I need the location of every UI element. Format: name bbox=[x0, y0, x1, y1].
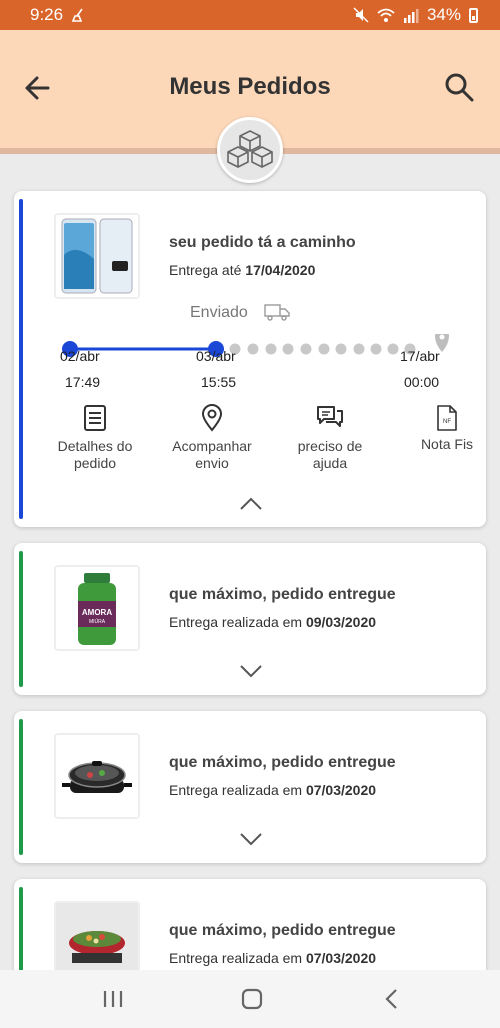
chevron-down-icon[interactable] bbox=[239, 832, 263, 846]
svg-text:NF: NF bbox=[443, 419, 451, 425]
search-icon[interactable] bbox=[442, 70, 476, 104]
tracking-status-label: Enviado bbox=[190, 304, 248, 321]
order-card-delivered[interactable]: que máximo, pedido entregue Entrega real… bbox=[14, 711, 486, 863]
truck-icon bbox=[264, 304, 290, 321]
svg-text:AMORA: AMORA bbox=[82, 608, 112, 617]
invoice-icon: NF bbox=[437, 405, 457, 431]
back-icon[interactable] bbox=[382, 986, 402, 1012]
chevron-down-icon[interactable] bbox=[239, 664, 263, 678]
order-card-in-transit[interactable]: seu pedido tá a caminho Entrega até 17/0… bbox=[14, 191, 486, 527]
status-stripe bbox=[19, 719, 23, 855]
track-shipment-button[interactable]: Acompanhar envio bbox=[157, 404, 267, 472]
status-stripe bbox=[19, 199, 23, 519]
order-subtitle: Entrega até 17/04/2020 bbox=[169, 262, 316, 278]
chevron-up-icon[interactable] bbox=[239, 497, 263, 511]
system-nav-bar bbox=[0, 970, 500, 1028]
wifi-icon bbox=[377, 8, 395, 22]
need-help-button[interactable]: preciso de ajuda bbox=[275, 404, 385, 472]
order-details-button[interactable]: Detalhes do pedido bbox=[40, 404, 150, 472]
status-stripe bbox=[19, 551, 23, 687]
location-pin-icon bbox=[201, 404, 223, 432]
order-title: que máximo, pedido entregue bbox=[169, 922, 396, 939]
order-title: que máximo, pedido entregue bbox=[169, 586, 396, 603]
order-subtitle: Entrega realizada em 07/03/2020 bbox=[169, 950, 377, 966]
broom-icon bbox=[71, 8, 83, 22]
status-bar: 9:26 34% bbox=[0, 0, 500, 30]
tracking-timeline bbox=[62, 334, 449, 357]
product-image-supplement-bottle: AMORA MIÚRA bbox=[54, 565, 140, 651]
recent-apps-icon[interactable] bbox=[102, 986, 124, 1012]
delivery-date: 17/04/2020 bbox=[245, 262, 316, 278]
delivery-date: 09/03/2020 bbox=[305, 614, 377, 630]
battery-icon bbox=[469, 7, 478, 23]
signal-icon bbox=[403, 8, 419, 23]
boxes-badge bbox=[217, 117, 283, 183]
delivery-date: 07/03/2020 bbox=[305, 782, 377, 798]
timeline-pending-dots bbox=[229, 343, 416, 355]
boxes-icon bbox=[227, 130, 273, 168]
chat-icon bbox=[317, 406, 343, 427]
mute-icon bbox=[353, 7, 369, 23]
step-1-date: 02/abr bbox=[60, 348, 100, 364]
svg-text:MIÚRA: MIÚRA bbox=[89, 618, 106, 625]
step-3-time: 00:00 bbox=[404, 374, 440, 390]
step-2-date: 03/abr bbox=[196, 348, 236, 364]
battery-percent: 34% bbox=[426, 5, 461, 24]
list-icon bbox=[84, 405, 106, 431]
product-image-smartphone bbox=[54, 213, 140, 299]
status-time: 9:26 bbox=[30, 5, 64, 24]
home-icon[interactable] bbox=[240, 986, 264, 1012]
order-subtitle: Entrega realizada em 07/03/2020 bbox=[169, 782, 377, 798]
order-title: que máximo, pedido entregue bbox=[169, 754, 396, 771]
step-2-time: 15:55 bbox=[201, 374, 237, 390]
order-subtitle: Entrega realizada em 09/03/2020 bbox=[169, 614, 377, 630]
page-title: Meus Pedidos bbox=[169, 73, 331, 100]
product-image-electric-skillet bbox=[54, 733, 140, 819]
order-card-delivered[interactable]: AMORA MIÚRA que máximo, pedido entregue … bbox=[14, 543, 486, 695]
delivery-date: 07/03/2020 bbox=[305, 950, 377, 966]
order-title: seu pedido tá a caminho bbox=[169, 234, 356, 251]
step-1-time: 17:49 bbox=[65, 374, 101, 390]
invoice-button[interactable]: NF Nota Fis bbox=[392, 404, 486, 453]
step-3-date: 17/abr bbox=[400, 348, 440, 364]
